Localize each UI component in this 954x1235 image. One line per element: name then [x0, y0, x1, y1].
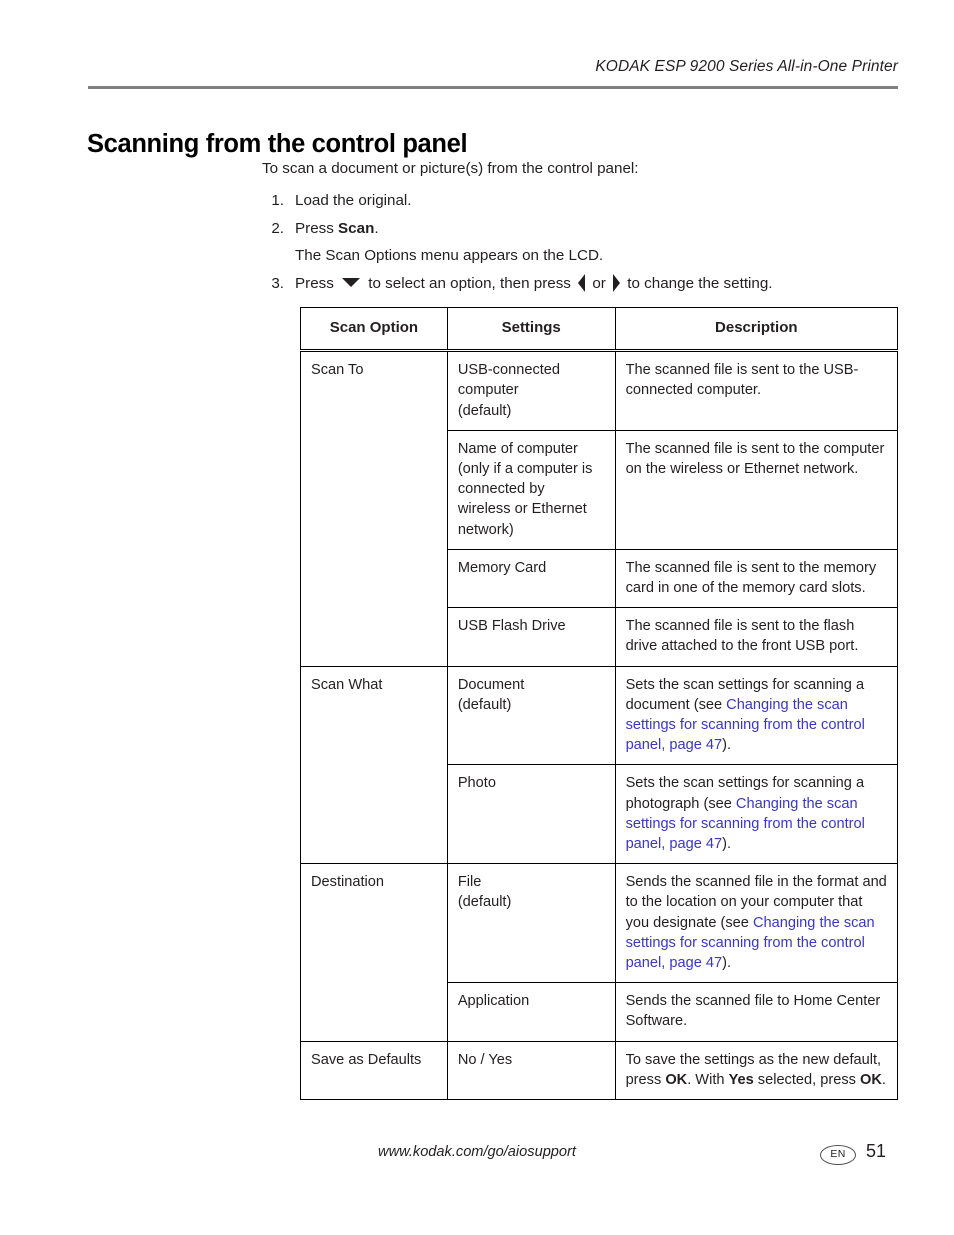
cell-scan-option: Destination	[300, 863, 448, 1042]
col-header-scan-option: Scan Option	[300, 306, 448, 353]
step-2-number: 2.	[271, 220, 284, 237]
language-badge: EN	[820, 1145, 856, 1165]
page-footer: www.kodak.com/go/aiosupport EN 51	[0, 1138, 954, 1178]
cell-description: The scanned file is sent to the flash dr…	[614, 607, 899, 667]
table-row: Scan To USB-connected computer (default) The…	[300, 350, 899, 667]
cell-description: Sends the scanned file to Home Center So…	[614, 982, 899, 1042]
table-row: Scan What Document (default) Sets the scan …	[300, 665, 899, 865]
step-2-text-before: Press	[295, 220, 339, 237]
table-row: Destination File (default) Sends the scanne…	[300, 863, 899, 1042]
table-header-row: Scan Option Settings Description	[300, 306, 899, 353]
cross-reference-link[interactable]: Changing the scan settings for scanning …	[626, 796, 865, 852]
col-header-description: Description	[614, 306, 899, 353]
cell-setting: Name of computer (only if a computer is co…	[446, 429, 616, 550]
table-header: Scan Option Settings Description	[300, 306, 899, 353]
cell-setting: Memory Card	[446, 548, 616, 609]
instructions-block: To scan a document or picture(s) from th…	[262, 158, 902, 301]
page-title: Scanning from the control panel	[87, 130, 468, 159]
cell-setting: Application	[446, 982, 616, 1042]
page-number: 51	[866, 1141, 887, 1161]
arrow-down-icon	[342, 278, 361, 288]
header-rule	[88, 86, 898, 89]
cell-setting: USB-connected computer (default)	[446, 350, 616, 431]
step-3: 3. Press to select an option, then press…	[262, 273, 902, 294]
intro-text: To scan a document or picture(s) from th…	[262, 160, 639, 177]
step-2-result: The Scan Options menu appears on the LCD…	[295, 247, 604, 264]
support-url[interactable]: www.kodak.com/go/aiosupport	[0, 1144, 954, 1160]
table-row: Save as Defaults No / Yes To save the sett…	[300, 1040, 899, 1101]
step-3-text-a: Press	[295, 275, 339, 292]
running-header: KODAK ESP 9200 Series All-in-One Printer	[595, 58, 898, 75]
cell-scan-option: Scan To	[300, 350, 448, 667]
cell-description: The scanned file is sent to the computer…	[614, 429, 899, 550]
cell-description: Sets the scan settings for scanning a do…	[614, 665, 899, 766]
step-3-number: 3.	[271, 275, 284, 292]
yes-option-label: Yes	[728, 1071, 754, 1088]
cross-reference-link[interactable]: Changing the scan settings for scanning …	[626, 697, 865, 753]
cell-setting: Document (default)	[446, 665, 616, 766]
ok-key-label: OK	[860, 1071, 882, 1088]
arrow-right-icon	[613, 273, 621, 292]
step-3-text-c: or	[588, 275, 611, 292]
step-1-number: 1.	[271, 192, 284, 209]
arrow-left-icon	[578, 273, 586, 292]
step-1-text: Load the original.	[295, 192, 412, 209]
cell-scan-option: Scan What	[300, 665, 448, 865]
cell-setting: USB Flash Drive	[446, 607, 616, 667]
cell-setting: No / Yes	[446, 1040, 616, 1101]
step-3-text-b: to select an option, then press	[364, 275, 576, 292]
col-header-settings: Settings	[446, 306, 616, 353]
cross-reference-link[interactable]: Changing the scan settings for scanning …	[626, 915, 875, 971]
cell-description: To save the settings as the new default,…	[614, 1040, 899, 1101]
cell-description: Sets the scan settings for scanning a ph…	[614, 764, 899, 865]
cell-setting: Photo	[446, 764, 616, 865]
steps-list: 1. Load the original. 2. Press Scan. The…	[262, 190, 902, 294]
step-1: 1. Load the original.	[262, 190, 902, 211]
cell-description: The scanned file is sent to the memory c…	[614, 548, 899, 609]
table-body: Scan To USB-connected computer (default) The…	[300, 350, 899, 1101]
cell-description: Sends the scanned file in the format and…	[614, 863, 899, 984]
step-3-text-d: to change the setting.	[623, 275, 773, 292]
cell-description: The scanned file is sent to the USB-conn…	[614, 350, 899, 431]
scan-options-table: Scan Option Settings Description Scan To…	[300, 306, 899, 1101]
cell-scan-option: Save as Defaults	[300, 1040, 448, 1101]
document-page: KODAK ESP 9200 Series All-in-One Printer…	[0, 0, 954, 1235]
scan-options-table-wrapper: Scan Option Settings Description Scan To…	[300, 306, 899, 1101]
step-2: 2. Press Scan. The Scan Options menu app…	[262, 218, 902, 266]
cell-setting: File (default)	[446, 863, 616, 984]
scan-button-label: Scan	[338, 220, 375, 237]
ok-key-label: OK	[665, 1071, 688, 1088]
step-2-text-after: .	[374, 220, 379, 237]
